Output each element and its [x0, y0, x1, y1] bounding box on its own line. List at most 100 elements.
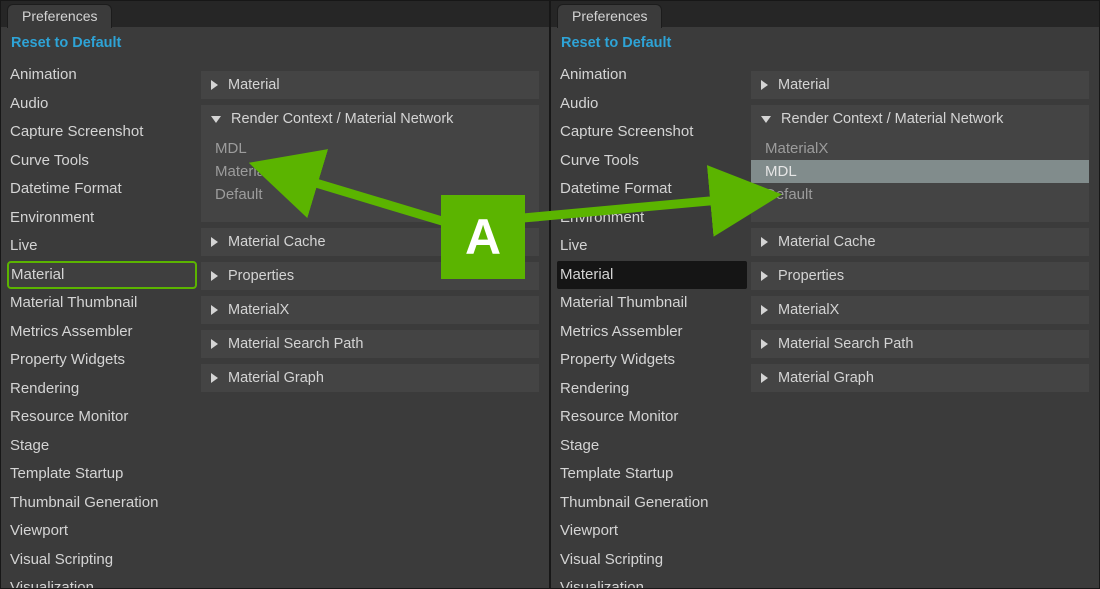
section-render-context-material-network: Render Context / Material Network Materia…	[751, 105, 1089, 222]
section-label: Render Context / Material Network	[231, 111, 453, 127]
sidebar-item-live[interactable]: Live	[7, 232, 197, 261]
sidebar-item-material[interactable]: Material	[557, 261, 747, 290]
sidebar-item-environment[interactable]: Environment	[557, 204, 747, 233]
tab-preferences[interactable]: Preferences	[557, 4, 662, 28]
section-header-render-context-material-network[interactable]: Render Context / Material Network	[751, 105, 1089, 133]
sidebar-item-capture-screenshot[interactable]: Capture Screenshot	[7, 118, 197, 147]
section-render-context-material-network: Render Context / Material Network MDLMate…	[201, 105, 539, 222]
section-label: Material Graph	[228, 370, 324, 386]
render-context-item-materialx[interactable]: MaterialX	[751, 137, 1089, 160]
section-label: Material Search Path	[228, 336, 363, 352]
render-context-item-mdl[interactable]: MDL	[201, 137, 539, 160]
section-label: Material Graph	[778, 370, 874, 386]
sidebar-item-visualization[interactable]: Visualization	[557, 574, 747, 588]
section-material-graph: Material Graph	[201, 364, 539, 392]
sidebar-item-rendering[interactable]: Rendering	[7, 375, 197, 404]
section-header-material[interactable]: Material	[751, 71, 1089, 99]
section-material-search-path: Material Search Path	[751, 330, 1089, 358]
section-label: Material	[778, 77, 830, 93]
sidebar-item-resource-monitor[interactable]: Resource Monitor	[557, 403, 747, 432]
section-header-properties[interactable]: Properties	[751, 262, 1089, 290]
sidebar-item-animation[interactable]: Animation	[7, 61, 197, 90]
sidebar-item-audio[interactable]: Audio	[557, 90, 747, 119]
sidebar-item-viewport[interactable]: Viewport	[557, 517, 747, 546]
reset-to-default-link[interactable]: Reset to Default	[1, 27, 549, 57]
sidebar-item-animation[interactable]: Animation	[557, 61, 747, 90]
section-body-render-context-material-network: MDLMaterialXDefault	[201, 133, 539, 222]
sidebar-item-live[interactable]: Live	[557, 232, 747, 261]
chevron-right-icon	[761, 373, 768, 383]
section-header-material-graph[interactable]: Material Graph	[751, 364, 1089, 392]
section-material: Material	[751, 71, 1089, 99]
section-properties: Properties	[751, 262, 1089, 290]
section-header-render-context-material-network[interactable]: Render Context / Material Network	[201, 105, 539, 133]
chevron-down-icon	[211, 116, 221, 123]
sidebar-item-metrics-assembler[interactable]: Metrics Assembler	[7, 318, 197, 347]
sidebar-item-curve-tools[interactable]: Curve Tools	[557, 147, 747, 176]
render-context-item-default[interactable]: Default	[751, 183, 1089, 206]
sidebar-item-stage[interactable]: Stage	[7, 432, 197, 461]
section-material-search-path: Material Search Path	[201, 330, 539, 358]
render-context-item-materialx[interactable]: MaterialX	[201, 160, 539, 183]
sidebar-item-visual-scripting[interactable]: Visual Scripting	[7, 546, 197, 575]
section-label: MaterialX	[778, 302, 839, 318]
section-header-material-cache[interactable]: Material Cache	[201, 228, 539, 256]
sidebar-item-thumbnail-generation[interactable]: Thumbnail Generation	[557, 489, 747, 518]
sidebar-item-environment[interactable]: Environment	[7, 204, 197, 233]
chevron-right-icon	[211, 271, 218, 281]
section-header-material[interactable]: Material	[201, 71, 539, 99]
sidebar-item-datetime-format[interactable]: Datetime Format	[557, 175, 747, 204]
reset-to-default-link[interactable]: Reset to Default	[551, 27, 1099, 57]
content-area: Material Render Context / Material Networ…	[751, 57, 1099, 588]
sidebar-item-thumbnail-generation[interactable]: Thumbnail Generation	[7, 489, 197, 518]
sidebar-item-resource-monitor[interactable]: Resource Monitor	[7, 403, 197, 432]
section-label: MaterialX	[228, 302, 289, 318]
sidebar-item-visualization[interactable]: Visualization	[7, 574, 197, 588]
section-properties: Properties	[201, 262, 539, 290]
sidebar-item-property-widgets[interactable]: Property Widgets	[7, 346, 197, 375]
preferences-panel-left: Preferences Reset to Default AnimationAu…	[0, 0, 550, 589]
chevron-right-icon	[761, 80, 768, 90]
chevron-right-icon	[211, 339, 218, 349]
render-context-item-default[interactable]: Default	[201, 183, 539, 206]
section-materialx: MaterialX	[751, 296, 1089, 324]
section-materialx: MaterialX	[201, 296, 539, 324]
section-header-materialx[interactable]: MaterialX	[751, 296, 1089, 324]
sidebar-item-viewport[interactable]: Viewport	[7, 517, 197, 546]
sidebar-item-material-thumbnail[interactable]: Material Thumbnail	[557, 289, 747, 318]
sidebar-item-stage[interactable]: Stage	[557, 432, 747, 461]
section-label: Properties	[228, 268, 294, 284]
sidebar-item-datetime-format[interactable]: Datetime Format	[7, 175, 197, 204]
chevron-right-icon	[761, 339, 768, 349]
section-header-material-search-path[interactable]: Material Search Path	[201, 330, 539, 358]
sidebar-item-template-startup[interactable]: Template Startup	[7, 460, 197, 489]
section-body-render-context-material-network: MaterialXMDLDefault	[751, 133, 1089, 222]
sidebar-item-audio[interactable]: Audio	[7, 90, 197, 119]
preferences-panel-right: Preferences Reset to Default AnimationAu…	[550, 0, 1100, 589]
section-label: Material	[228, 77, 280, 93]
section-header-material-graph[interactable]: Material Graph	[201, 364, 539, 392]
sidebar-item-curve-tools[interactable]: Curve Tools	[7, 147, 197, 176]
section-header-materialx[interactable]: MaterialX	[201, 296, 539, 324]
sidebar-item-visual-scripting[interactable]: Visual Scripting	[557, 546, 747, 575]
section-header-properties[interactable]: Properties	[201, 262, 539, 290]
sidebar-item-metrics-assembler[interactable]: Metrics Assembler	[557, 318, 747, 347]
sidebar-item-rendering[interactable]: Rendering	[557, 375, 747, 404]
section-label: Render Context / Material Network	[781, 111, 1003, 127]
sidebar-item-capture-screenshot[interactable]: Capture Screenshot	[557, 118, 747, 147]
content-area: Material Render Context / Material Networ…	[201, 57, 549, 588]
sidebar-item-material-thumbnail[interactable]: Material Thumbnail	[7, 289, 197, 318]
tab-row: Preferences	[551, 1, 1099, 27]
section-label: Properties	[778, 268, 844, 284]
sidebar-item-material[interactable]: Material	[7, 261, 197, 290]
sidebar-item-template-startup[interactable]: Template Startup	[557, 460, 747, 489]
render-context-item-mdl[interactable]: MDL	[751, 160, 1089, 183]
sidebar-item-property-widgets[interactable]: Property Widgets	[557, 346, 747, 375]
section-material: Material	[201, 71, 539, 99]
section-header-material-cache[interactable]: Material Cache	[751, 228, 1089, 256]
section-label: Material Cache	[228, 234, 326, 250]
section-label: Material Cache	[778, 234, 876, 250]
section-header-material-search-path[interactable]: Material Search Path	[751, 330, 1089, 358]
tab-preferences[interactable]: Preferences	[7, 4, 112, 28]
chevron-right-icon	[211, 373, 218, 383]
